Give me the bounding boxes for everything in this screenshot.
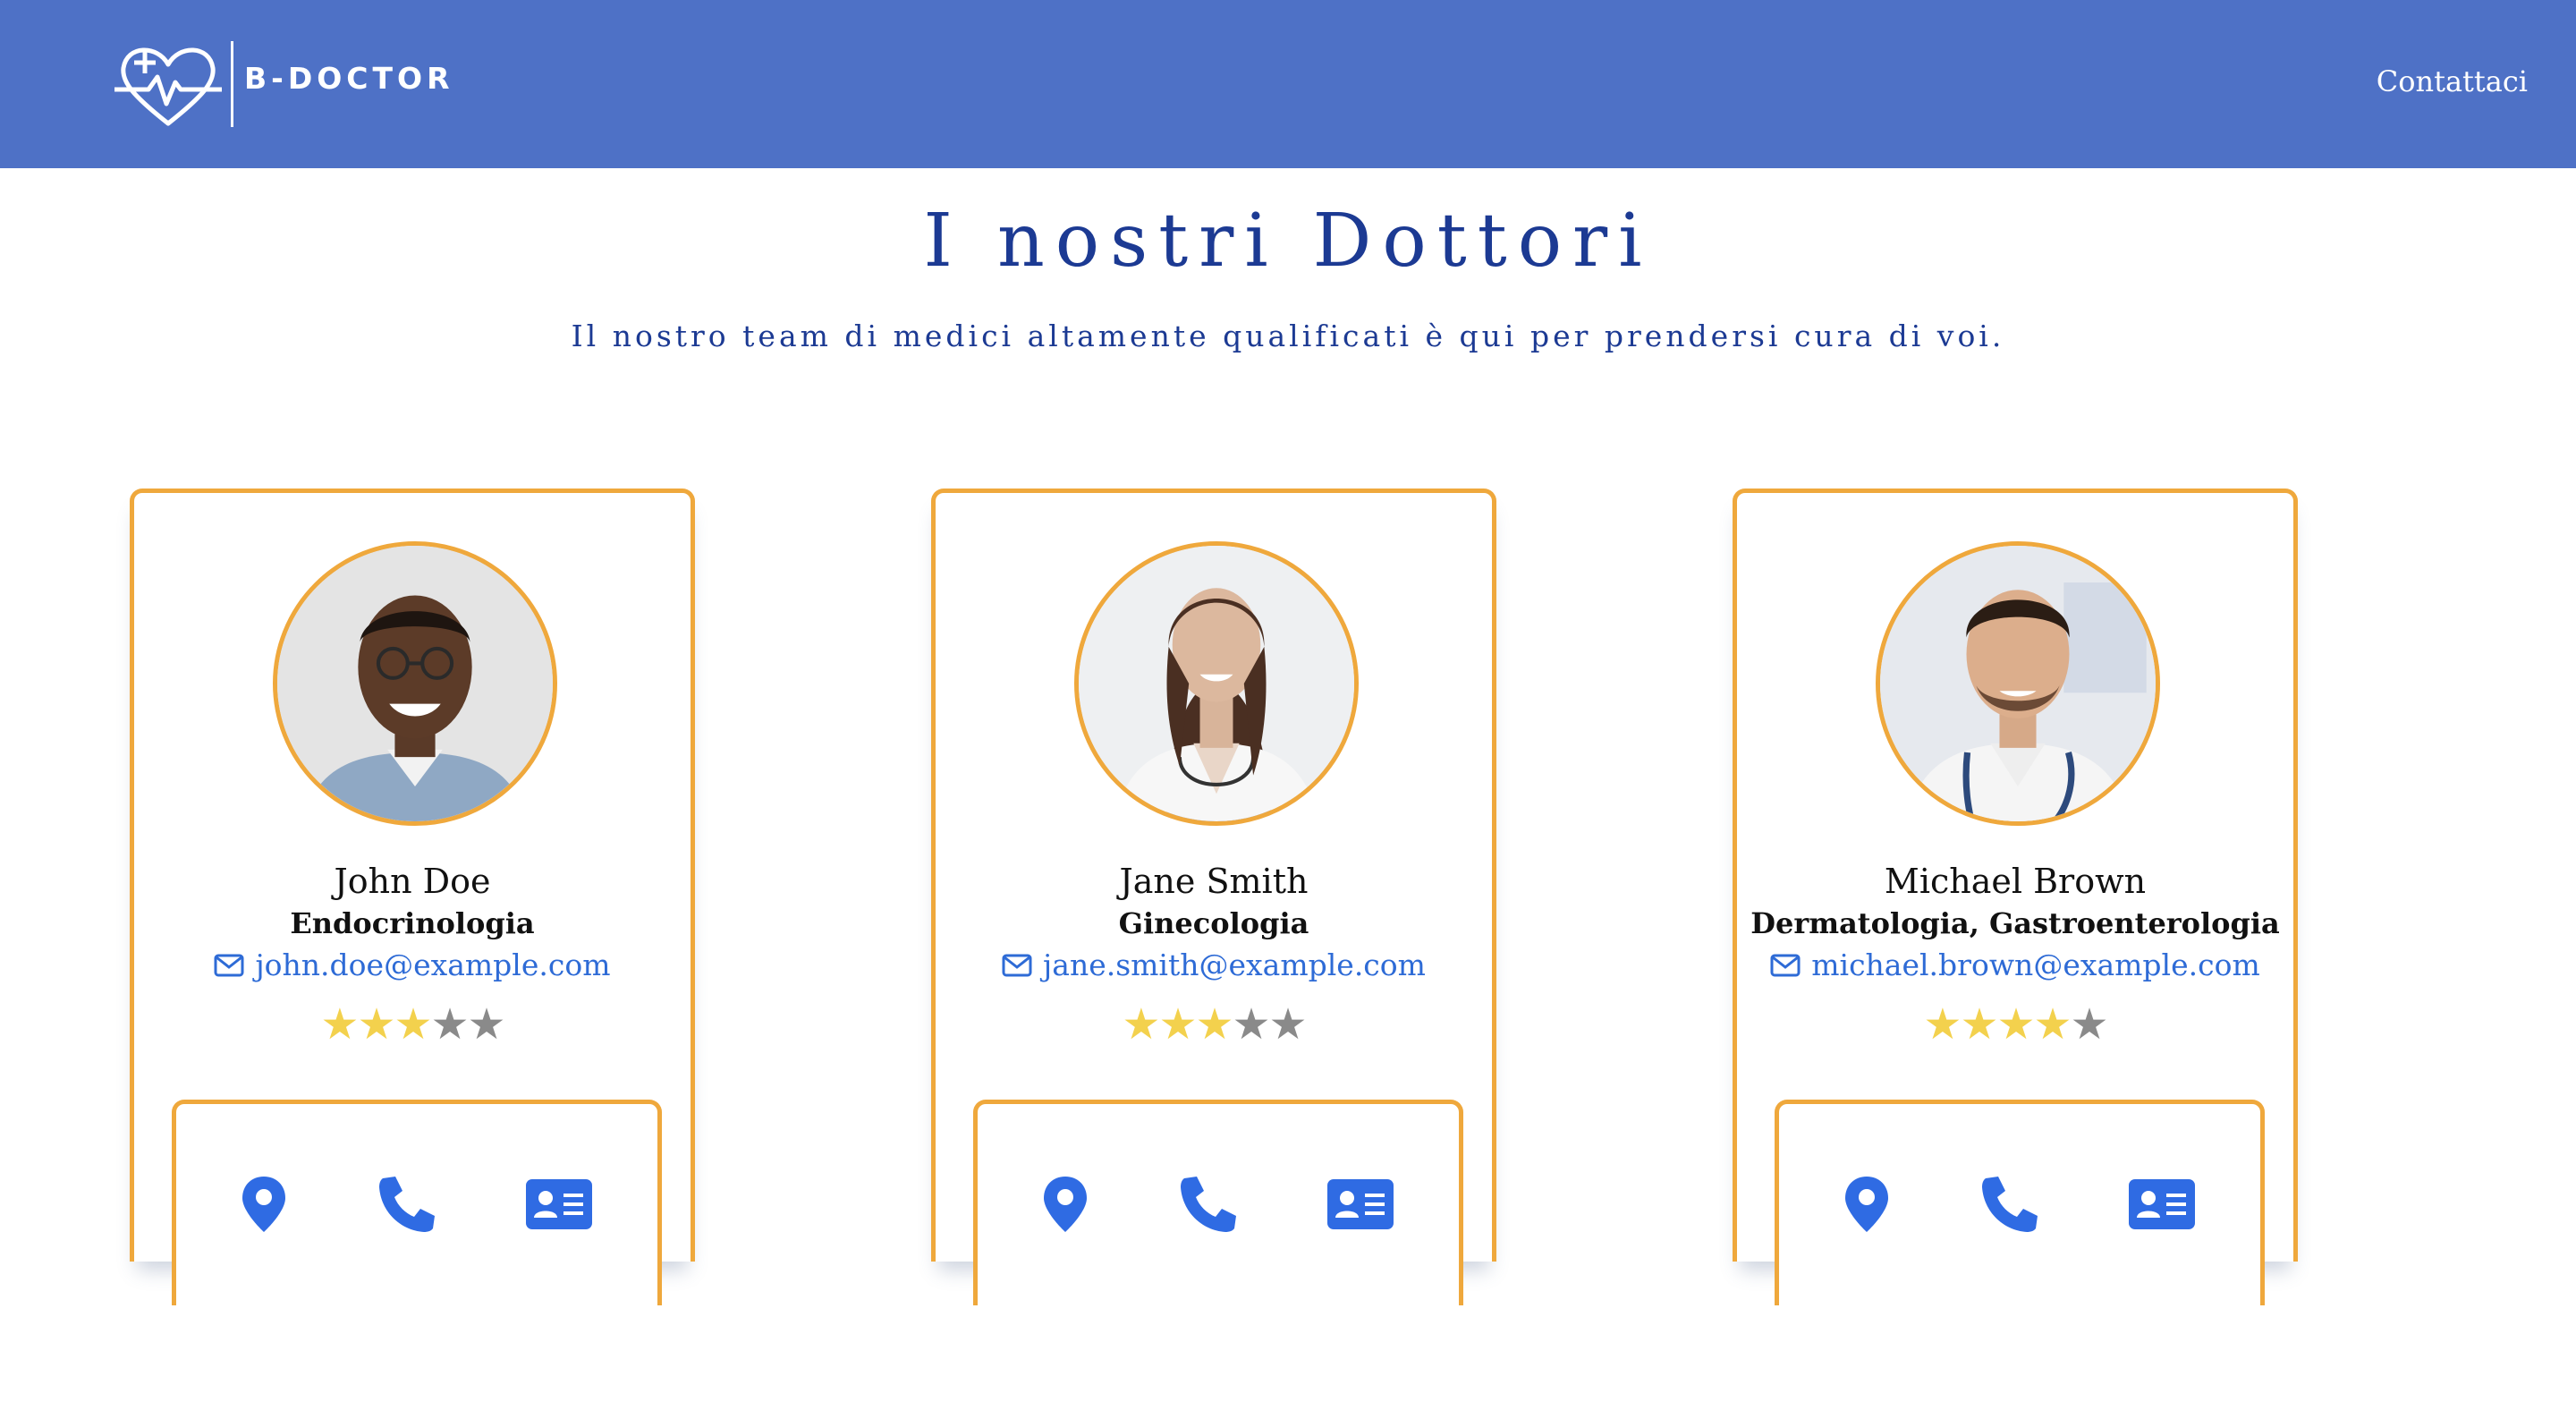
page-subtitle: Il nostro team di medici altamente quali… xyxy=(571,319,2005,353)
location-pin-icon xyxy=(1845,1177,1888,1232)
location-button[interactable] xyxy=(1030,1168,1101,1240)
star-empty-icon: ★ xyxy=(1268,999,1308,1049)
rating-stars: ★★★★★ xyxy=(1737,1003,2293,1046)
phone-icon xyxy=(1982,1177,2038,1232)
site-header: B-DOCTOR Contattaci xyxy=(0,0,2576,168)
doctor-specialty: Dermatologia, Gastroenterologia xyxy=(1750,906,2280,940)
location-pin-icon xyxy=(1044,1177,1087,1232)
logo-divider xyxy=(231,41,233,127)
doctor-name: John Doe xyxy=(334,862,491,901)
star-filled-icon: ★ xyxy=(1923,999,1962,1049)
id-card-button[interactable] xyxy=(523,1168,595,1240)
star-empty-icon: ★ xyxy=(467,999,506,1049)
doctor-photo xyxy=(1074,541,1359,826)
location-button[interactable] xyxy=(228,1168,300,1240)
doctor-card: John Doe Endocrinologia john.doe@example… xyxy=(130,489,695,1305)
doctor-photo xyxy=(1876,541,2160,826)
star-empty-icon: ★ xyxy=(1232,999,1271,1049)
doctor-portrait-image xyxy=(277,546,553,821)
doctor-email-link[interactable]: jane.smith@example.com xyxy=(1043,947,1426,982)
phone-icon xyxy=(379,1177,435,1232)
doctor-email-link[interactable]: john.doe@example.com xyxy=(255,947,610,982)
nav-contact-link[interactable]: Contattaci xyxy=(2377,64,2528,98)
doctor-email-link[interactable]: michael.brown@example.com xyxy=(1811,947,2260,982)
phone-button[interactable] xyxy=(1974,1168,2046,1240)
phone-icon xyxy=(1181,1177,1236,1232)
star-filled-icon: ★ xyxy=(320,999,359,1049)
doctor-name: Jane Smith xyxy=(1119,862,1309,901)
contact-actions-panel xyxy=(973,1100,1463,1305)
contact-actions-panel xyxy=(1775,1100,2265,1305)
doctor-email-row: john.doe@example.com xyxy=(134,947,691,982)
heart-pulse-logo-icon xyxy=(114,47,222,126)
envelope-icon xyxy=(214,954,244,976)
doctor-photo xyxy=(273,541,557,826)
id-card-icon xyxy=(2129,1179,2195,1229)
star-filled-icon: ★ xyxy=(1996,999,2035,1049)
rating-stars: ★★★★★ xyxy=(134,1003,691,1046)
envelope-icon xyxy=(1770,954,1801,976)
contact-actions-panel xyxy=(172,1100,662,1305)
star-filled-icon: ★ xyxy=(1195,999,1233,1049)
id-card-button[interactable] xyxy=(2126,1168,2198,1240)
phone-button[interactable] xyxy=(1173,1168,1244,1240)
doctor-name: Michael Brown xyxy=(1884,862,2147,901)
location-button[interactable] xyxy=(1831,1168,1902,1240)
star-filled-icon: ★ xyxy=(1122,999,1160,1049)
id-card-button[interactable] xyxy=(1325,1168,1396,1240)
star-empty-icon: ★ xyxy=(2070,999,2109,1049)
doctor-card: Jane Smith Ginecologia jane.smith@exampl… xyxy=(931,489,1496,1305)
envelope-icon xyxy=(1002,954,1032,976)
star-filled-icon: ★ xyxy=(1960,999,1998,1049)
star-filled-icon: ★ xyxy=(2033,999,2072,1049)
doctor-specialty: Endocrinologia xyxy=(290,906,535,940)
star-filled-icon: ★ xyxy=(394,999,432,1049)
rating-stars: ★★★★★ xyxy=(936,1003,1492,1046)
doctor-email-row: jane.smith@example.com xyxy=(936,947,1492,982)
id-card-icon xyxy=(526,1179,592,1229)
doctor-portrait-image xyxy=(1880,546,2156,821)
star-filled-icon: ★ xyxy=(1158,999,1197,1049)
star-filled-icon: ★ xyxy=(357,999,395,1049)
phone-button[interactable] xyxy=(371,1168,443,1240)
doctor-specialty: Ginecologia xyxy=(1118,906,1309,940)
location-pin-icon xyxy=(242,1177,285,1232)
id-card-icon xyxy=(1327,1179,1394,1229)
doctor-card: Michael Brown Dermatologia, Gastroentero… xyxy=(1733,489,2298,1305)
doctor-portrait-image xyxy=(1079,546,1354,821)
brand-logo[interactable]: B-DOCTOR xyxy=(114,38,454,131)
doctor-email-row: michael.brown@example.com xyxy=(1737,947,2293,982)
brand-name: B-DOCTOR xyxy=(244,60,454,96)
star-empty-icon: ★ xyxy=(430,999,470,1049)
page-title: I nostri Dottori xyxy=(923,199,1653,284)
